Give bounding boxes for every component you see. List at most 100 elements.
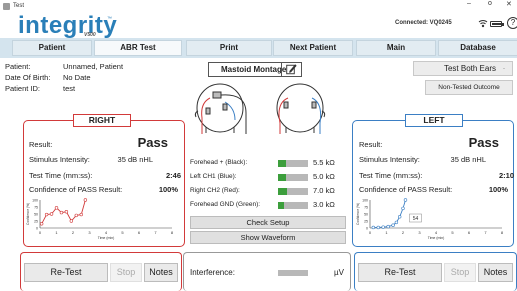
trademark-mark: ™ bbox=[107, 16, 112, 22]
electrode-bar-fill bbox=[278, 202, 284, 209]
chart-y-tick-label: 100 bbox=[362, 199, 368, 203]
chart-point bbox=[391, 223, 395, 227]
interference-label: Interference: bbox=[190, 268, 235, 277]
help-icon[interactable]: ? bbox=[507, 17, 517, 29]
chart-point bbox=[59, 210, 64, 215]
electrode-forehead-ground-label: Forehead GND (Green): bbox=[190, 201, 261, 208]
left-confidence-label: Confidence of PASS Result: bbox=[359, 185, 453, 194]
electrode-forehead-positive-value: 5.5 kΩ bbox=[313, 158, 335, 167]
chart-x-tick-label: 8 bbox=[171, 230, 174, 235]
right-stop-button[interactable]: Stop bbox=[110, 263, 142, 282]
chart-point bbox=[74, 213, 78, 218]
right-retest-button[interactable]: Re-Test bbox=[24, 263, 108, 282]
chart-point bbox=[394, 220, 399, 225]
tab-print[interactable]: Print bbox=[186, 40, 272, 56]
right-confidence-value: 100% bbox=[158, 185, 178, 194]
title-bar: Test – o ✕ bbox=[0, 0, 517, 12]
right-test-time-value: 2:46 bbox=[165, 171, 181, 180]
app-icon bbox=[3, 2, 10, 10]
chart-point bbox=[44, 212, 49, 217]
right-intensity-label: Stimulus Intensity: bbox=[29, 155, 90, 164]
maximize-button[interactable]: o bbox=[488, 0, 492, 7]
electrode-forehead-positive-bar bbox=[278, 160, 308, 167]
patient-id-value: test bbox=[63, 84, 76, 93]
chart-point bbox=[49, 212, 54, 216]
app-header: integrity ™ V500 Connected: VQ0245 ? bbox=[0, 12, 517, 39]
chart-y-axis-label: Confidence (%) bbox=[356, 203, 360, 225]
right-result-value: Pass bbox=[137, 135, 168, 150]
tab-patient[interactable]: Patient bbox=[12, 40, 92, 56]
chart-x-axis-label: Time (min) bbox=[428, 236, 445, 240]
chart-x-tick-label: 1 bbox=[55, 230, 58, 235]
chart-x-tick-label: 1 bbox=[385, 230, 388, 235]
chart-x-tick-label: 5 bbox=[451, 230, 454, 235]
chart-point bbox=[403, 198, 408, 202]
chart-x-tick-label: 7 bbox=[154, 230, 157, 235]
left-retest-button[interactable]: Re-Test bbox=[358, 263, 442, 282]
chart-y-axis-label: Confidence (%) bbox=[26, 203, 30, 225]
chart-point bbox=[79, 212, 83, 217]
chart-x-tick-label: 5 bbox=[121, 230, 124, 235]
chart-annotation-label: 54 bbox=[413, 216, 419, 222]
chart-point bbox=[83, 198, 88, 202]
check-setup-button[interactable]: Check Setup bbox=[190, 216, 346, 229]
chart-point bbox=[39, 222, 44, 226]
patient-id-label: Patient ID: bbox=[5, 84, 41, 93]
left-intensity-label: Stimulus Intensity: bbox=[359, 155, 420, 164]
chart-y-tick-label: 25 bbox=[364, 220, 368, 224]
chart-y-tick-label: 75 bbox=[364, 206, 368, 210]
test-both-ears-dropdown-icon[interactable]: - bbox=[503, 66, 505, 72]
left-notes-button[interactable]: Notes bbox=[478, 263, 513, 282]
chart-point bbox=[401, 206, 405, 211]
chart-y-tick-label: 50 bbox=[34, 213, 38, 217]
electrode-left-ch1-value: 5.0 kΩ bbox=[313, 172, 335, 181]
test-both-ears-label: Test Both Ears bbox=[443, 64, 496, 73]
chart-point bbox=[371, 225, 375, 230]
chart-y-tick-label: 50 bbox=[364, 213, 368, 217]
right-intensity-value: 35 dB nHL bbox=[117, 155, 153, 164]
electrode-right-ch2-label: Right CH2 (Red): bbox=[190, 187, 240, 194]
chart-x-tick-label: 3 bbox=[88, 230, 91, 235]
wireless-icon bbox=[478, 20, 488, 28]
right-confidence-label: Confidence of PASS Result: bbox=[29, 185, 123, 194]
edit-icon[interactable] bbox=[281, 62, 299, 77]
chart-x-axis-label: Time (min) bbox=[98, 236, 115, 240]
right-test-time-label: Test Time (mm:ss): bbox=[29, 171, 93, 180]
left-result-value: Pass bbox=[468, 135, 499, 150]
test-both-ears-button[interactable]: Test Both Ears bbox=[413, 61, 513, 76]
electrode-left-ch1-label: Left CH1 (Blue): bbox=[190, 173, 237, 180]
window-title: Test bbox=[13, 3, 25, 9]
chart-point bbox=[386, 224, 390, 229]
tab-abr-test[interactable]: ABR Test bbox=[94, 40, 182, 56]
mastoid-montage-label: Mastoid Montage bbox=[221, 65, 287, 74]
left-confidence-chart: 10075502500 1 2 3 4 5 6 7 8Time (min)Confidence … bbox=[356, 198, 504, 240]
tab-next-patient[interactable]: Next Patient bbox=[273, 40, 353, 56]
close-button[interactable]: ✕ bbox=[506, 0, 512, 8]
right-notes-button[interactable]: Notes bbox=[144, 263, 178, 282]
chart-point bbox=[54, 206, 59, 210]
chart-y-tick-label: 75 bbox=[34, 206, 38, 210]
tab-main[interactable]: Main bbox=[356, 40, 436, 56]
chart-point bbox=[376, 225, 380, 230]
left-result-label: Result: bbox=[359, 140, 383, 149]
patient-name-value: Unnamed, Patient bbox=[63, 62, 124, 71]
minimize-button[interactable]: – bbox=[467, 0, 471, 7]
chart-y-tick-label: 100 bbox=[32, 199, 38, 203]
tab-database[interactable]: Database bbox=[438, 40, 517, 56]
left-stop-button[interactable]: Stop bbox=[444, 263, 476, 282]
chart-point bbox=[69, 219, 74, 223]
chart-x-tick-label: 6 bbox=[468, 230, 471, 235]
show-waveform-button[interactable]: Show Waveform bbox=[190, 231, 346, 244]
left-confidence-value: 100% bbox=[488, 185, 508, 194]
chart-x-tick-label: 2 bbox=[72, 230, 75, 235]
non-tested-outcome-button[interactable]: Non-Tested Outcome bbox=[425, 80, 513, 95]
chart-x-tick-label: 0 bbox=[39, 230, 42, 235]
electrode-right-ch2-value: 7.0 kΩ bbox=[313, 186, 335, 195]
left-ear-label: LEFT bbox=[405, 114, 463, 127]
chart-point bbox=[64, 210, 69, 214]
interference-meter bbox=[278, 270, 308, 276]
chart-x-tick-label: 2 bbox=[402, 230, 405, 235]
chart-y-tick-label: 0 bbox=[36, 227, 38, 231]
patient-dob-value: No Date bbox=[63, 73, 91, 82]
chart-x-tick-label: 4 bbox=[105, 230, 108, 235]
